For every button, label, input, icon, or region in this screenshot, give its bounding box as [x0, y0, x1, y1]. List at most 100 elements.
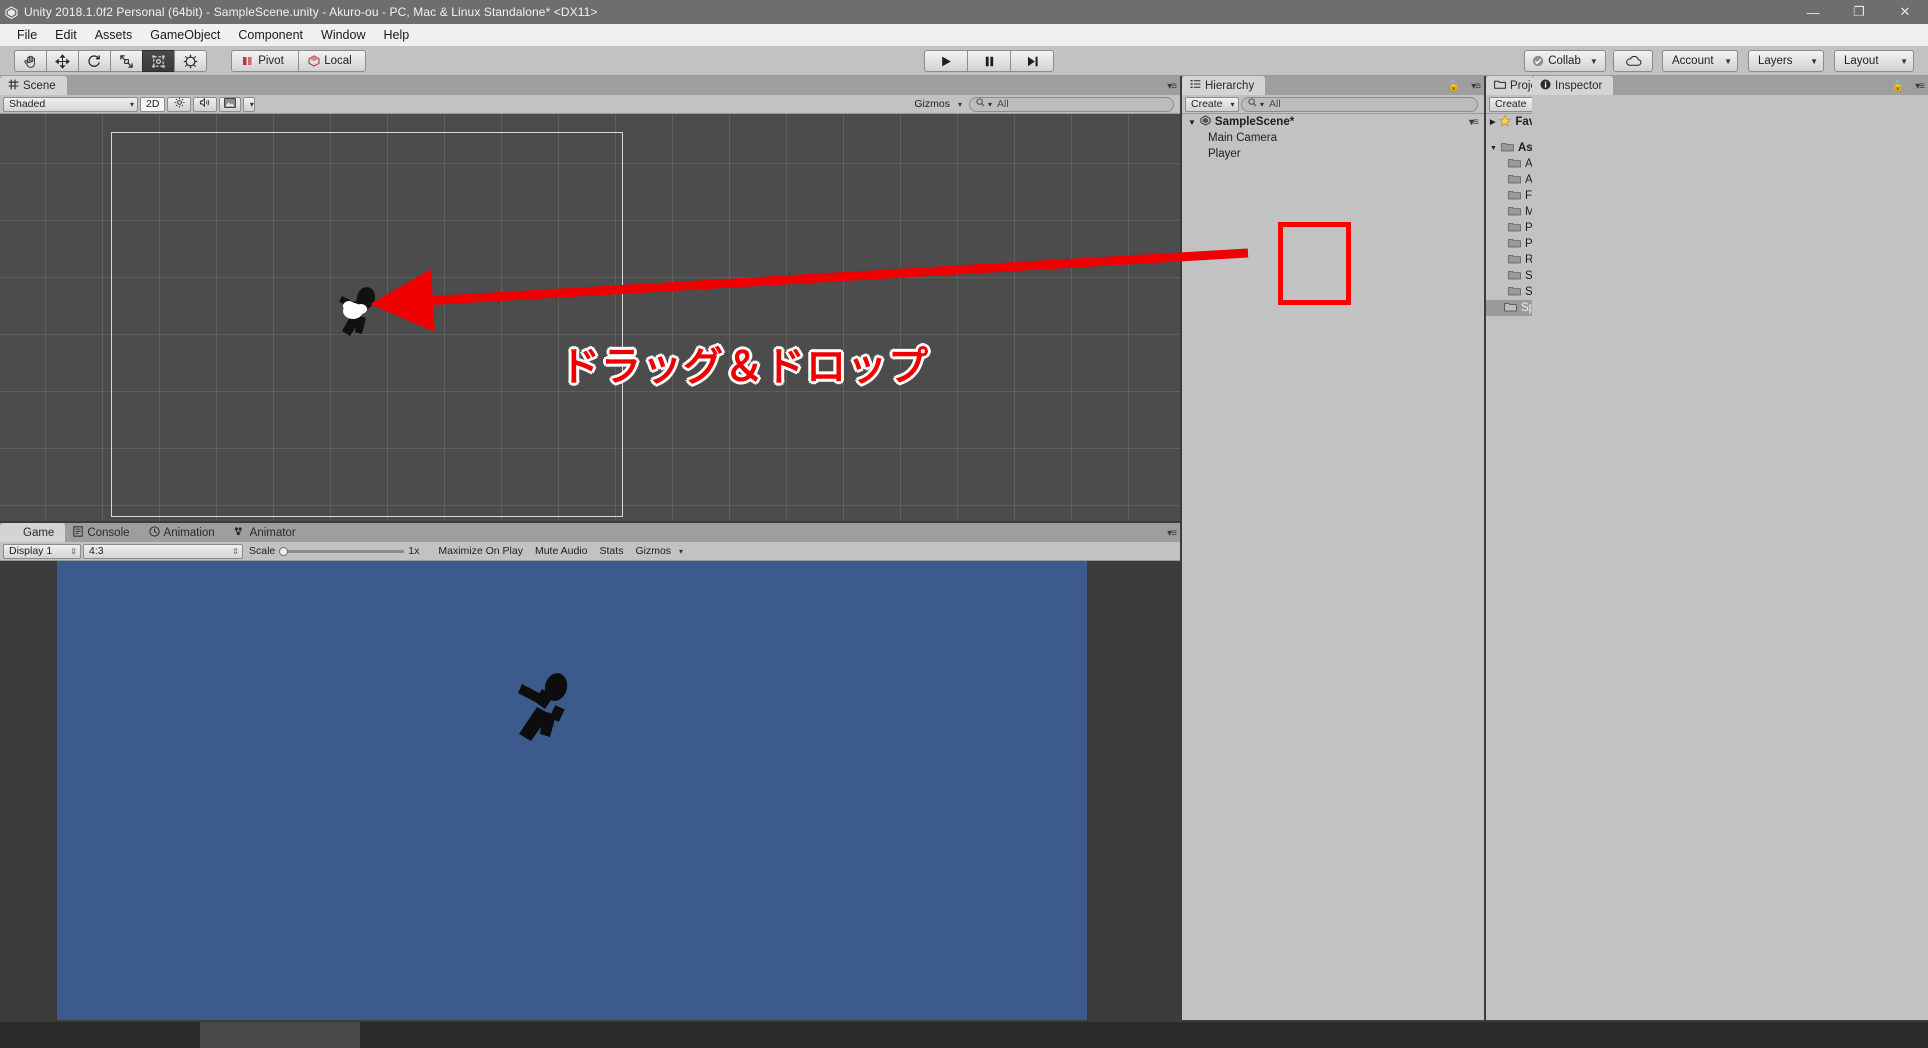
collab-button[interactable]: Collab ▼	[1524, 50, 1606, 72]
scene-panel-menu-icon[interactable]: ▾≡	[1167, 81, 1177, 92]
scene-tab-row: Scene ▾≡	[0, 76, 1180, 95]
menu-item-edit[interactable]: Edit	[46, 26, 86, 44]
game-gizmos-dropdown[interactable]: Gizmos ▾	[630, 544, 688, 559]
pause-button[interactable]	[967, 50, 1011, 72]
console-icon	[73, 525, 84, 540]
menu-item-component[interactable]: Component	[229, 26, 312, 44]
scene-viewport[interactable]	[0, 114, 1180, 521]
menu-item-help[interactable]: Help	[374, 26, 418, 44]
rotate-tool-button[interactable]	[78, 50, 111, 72]
hierarchy-lock-icon[interactable]: 🔒	[1448, 81, 1460, 92]
tab-game[interactable]: Game	[0, 523, 66, 542]
disclosure-triangle-icon[interactable]: ▼	[1490, 145, 1497, 152]
hierarchy-scene-row[interactable]: ▼ SampleScene* ▾≡	[1182, 114, 1484, 130]
play-button[interactable]	[924, 50, 968, 72]
disclosure-triangle-icon[interactable]: ▶	[1490, 118, 1495, 126]
transform-tool-button[interactable]	[174, 50, 207, 72]
display-dropdown[interactable]: Display 1 ⇳	[3, 543, 81, 559]
scene-grid-icon	[8, 79, 19, 93]
game-viewport[interactable]	[0, 561, 1180, 1020]
hand-tool-button[interactable]	[14, 50, 47, 72]
menu-item-assets[interactable]: Assets	[86, 26, 142, 44]
rotate-icon	[87, 54, 102, 69]
account-label: Account	[1672, 55, 1714, 67]
step-button[interactable]	[1010, 50, 1054, 72]
move-tool-button[interactable]	[46, 50, 79, 72]
maximize-button[interactable]: ❐	[1836, 0, 1882, 24]
scale-slider-group[interactable]: Scale 1x	[245, 545, 419, 557]
close-button[interactable]: ✕	[1882, 0, 1928, 24]
menu-item-file[interactable]: File	[8, 26, 46, 44]
menu-bar: File Edit Assets GameObject Component Wi…	[0, 24, 1928, 46]
layers-button[interactable]: Layers ▼	[1748, 50, 1824, 72]
tab-console[interactable]: Console	[65, 523, 141, 542]
scene-fx-dropdown[interactable]: ▾	[243, 96, 256, 112]
tab-animation[interactable]: Animation	[140, 523, 226, 542]
minimize-button[interactable]: —	[1790, 0, 1836, 24]
aspect-dropdown[interactable]: 4:3 ⇳	[83, 543, 243, 559]
chevron-down-icon: ▼	[1900, 56, 1908, 66]
scene-fx-toggle[interactable]	[219, 96, 242, 112]
account-button[interactable]: Account ▼	[1662, 50, 1738, 72]
tab-hierarchy[interactable]: Hierarchy	[1182, 76, 1266, 95]
hierarchy-panel: Hierarchy 🔒 ▾≡ Create ▾ ▾ All ▼ SampleSc…	[1182, 76, 1484, 1020]
chevron-down-icon: ▾	[679, 546, 684, 556]
hierarchy-scene-menu-icon[interactable]: ▾≡	[1469, 117, 1479, 128]
layout-button[interactable]: Layout ▼	[1834, 50, 1914, 72]
hierarchy-item-main-camera[interactable]: Main Camera	[1182, 130, 1484, 146]
scene-audio-toggle[interactable]	[193, 96, 218, 112]
mute-audio-toggle[interactable]: Mute Audio	[530, 544, 593, 559]
game-gizmos-label: Gizmos	[635, 545, 672, 557]
game-panel-menu-icon[interactable]: ▾≡	[1167, 528, 1177, 539]
folder-icon	[1508, 173, 1521, 187]
rect-transform-icon	[151, 54, 166, 69]
taskbar-item-active[interactable]	[200, 1022, 360, 1048]
game-tab-row: Game Console Animation Animator ▾≡	[0, 523, 1180, 542]
scene-search-field[interactable]: ▾ All	[969, 96, 1174, 112]
updown-arrows-icon: ⇳	[70, 546, 77, 556]
folder-icon	[1508, 269, 1521, 283]
disclosure-triangle-icon[interactable]: ▼	[1188, 118, 1196, 127]
pivot-toggle-button[interactable]: Pivot	[231, 50, 299, 72]
rect-tool-button[interactable]	[142, 50, 175, 72]
mode-2d-toggle[interactable]: 2D	[140, 96, 166, 112]
scale-label: Scale	[249, 545, 276, 557]
scale-tool-button[interactable]	[110, 50, 143, 72]
scale-icon	[119, 54, 134, 69]
updown-arrows-icon: ⇳	[232, 546, 239, 556]
layout-button-group: Layout ▼	[1834, 50, 1914, 72]
play-icon	[941, 56, 951, 66]
maximize-on-play-toggle[interactable]: Maximize On Play	[433, 544, 528, 559]
hierarchy-create-button[interactable]: Create ▾	[1185, 96, 1239, 112]
scene-player-sprite[interactable]	[332, 284, 384, 347]
tab-animator[interactable]: Animator	[225, 523, 307, 542]
scene-lighting-toggle[interactable]	[167, 96, 192, 112]
inspector-lock-icon[interactable]: 🔒	[1892, 81, 1904, 92]
stats-label: Stats	[599, 545, 624, 557]
tab-scene[interactable]: Scene	[0, 76, 67, 95]
inspector-panel-menu-icon[interactable]: ▾≡	[1915, 81, 1925, 92]
search-icon	[976, 98, 985, 110]
game-player-sprite	[509, 669, 579, 752]
menu-item-gameobject[interactable]: GameObject	[141, 26, 229, 44]
project-create-label: Create	[1495, 98, 1527, 110]
hierarchy-item-label: Main Camera	[1208, 132, 1278, 144]
menu-item-window[interactable]: Window	[312, 26, 374, 44]
layers-button-group: Layers ▼	[1748, 50, 1824, 72]
local-toggle-button[interactable]: Local	[298, 50, 366, 72]
chevron-down-icon: ▼	[1810, 56, 1818, 66]
hierarchy-panel-menu-icon[interactable]: ▾≡	[1471, 81, 1481, 92]
play-controls-group	[924, 50, 1054, 72]
tab-inspector[interactable]: Inspector	[1532, 76, 1614, 95]
hierarchy-search-field[interactable]: ▾ All	[1241, 96, 1478, 112]
folder-icon	[1508, 285, 1521, 299]
scene-gizmos-dropdown[interactable]: Gizmos ▾	[909, 97, 967, 112]
scale-slider[interactable]	[279, 545, 405, 557]
stats-toggle[interactable]: Stats	[595, 544, 629, 559]
hierarchy-item-player[interactable]: Player	[1182, 146, 1484, 162]
sun-icon	[174, 97, 185, 111]
shading-mode-dropdown[interactable]: Shaded ▾	[3, 96, 138, 112]
maximize-on-play-label: Maximize On Play	[438, 545, 523, 557]
hierarchy-search-value: All	[1269, 98, 1281, 110]
cloud-services-button[interactable]	[1613, 50, 1653, 72]
